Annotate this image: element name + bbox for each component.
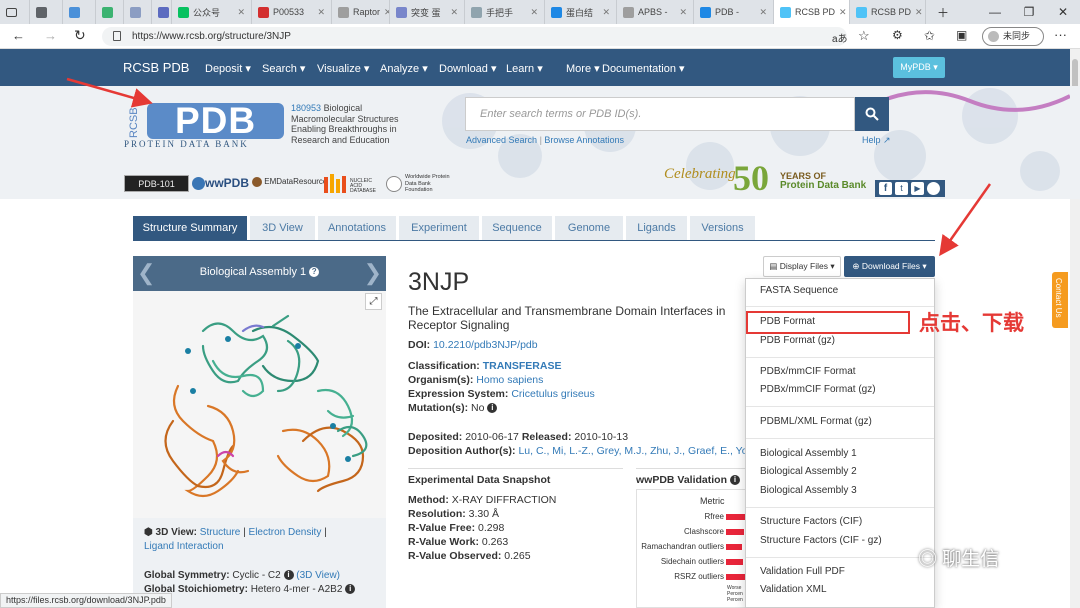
svg-text:Contact Us: Contact Us [1054, 278, 1063, 318]
status-url: https://files.rcsb.org/download/3NJP.pdb [0, 593, 172, 608]
arrow-to-download [939, 183, 992, 257]
wechat-icon: ◎ [918, 549, 938, 570]
contact-us-tab[interactable]: Contact Us [1052, 272, 1068, 328]
annotation-arrows [66, 77, 992, 257]
arrow-to-logo [66, 77, 153, 108]
watermark: ◎ 聊生信 [918, 549, 1000, 570]
